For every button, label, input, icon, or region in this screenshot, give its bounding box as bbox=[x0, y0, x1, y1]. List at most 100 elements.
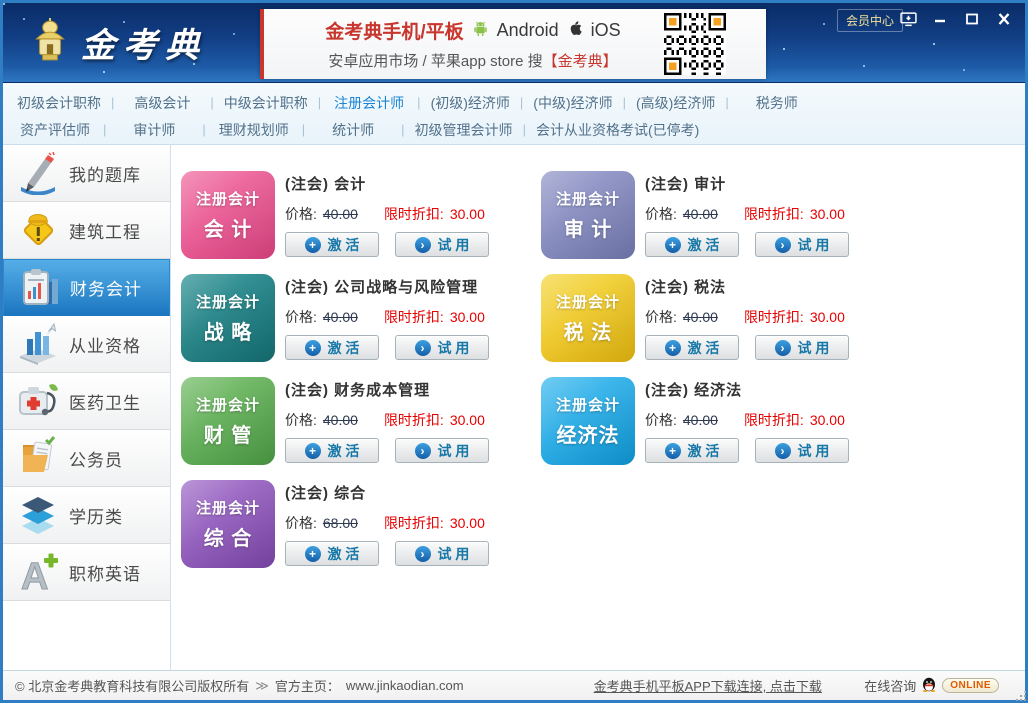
tab-separator: | bbox=[103, 122, 106, 137]
android-label: Android bbox=[497, 20, 559, 41]
trial-label: 试 用 bbox=[438, 338, 470, 358]
sidebar-item-label: 公务员 bbox=[69, 446, 123, 471]
product-info: (注会) 财务成本管理价格:40.00限时折扣:30.00+激 活›试 用 bbox=[285, 377, 489, 465]
trial-button[interactable]: ›试 用 bbox=[755, 232, 849, 257]
price-row: 价格:40.00限时折扣:30.00 bbox=[645, 307, 849, 327]
app-title: 金考典 bbox=[81, 18, 207, 67]
price-value: 40.00 bbox=[323, 309, 358, 325]
resize-grip[interactable] bbox=[1020, 695, 1022, 697]
sidebar-item-my-question-bank[interactable]: 我的题库 bbox=[3, 145, 170, 202]
sidebar-item-medical-health[interactable]: 医药卫生 bbox=[3, 373, 170, 430]
price-value: 40.00 bbox=[683, 309, 718, 325]
sidebar-item-civil-servant[interactable]: 公务员 bbox=[3, 430, 170, 487]
sidebar-item-degree-category[interactable]: 学历类 bbox=[3, 487, 170, 544]
tab-junior-economist[interactable]: (初级)经济师 bbox=[431, 91, 510, 115]
tab-financial-planner[interactable]: 理财规划师 bbox=[216, 118, 292, 142]
online-consult-label: 在线咨询 bbox=[864, 676, 916, 695]
badge-line1: 注册会计 bbox=[556, 394, 620, 415]
trial-button[interactable]: ›试 用 bbox=[755, 335, 849, 360]
activate-button[interactable]: +激 活 bbox=[645, 438, 739, 463]
badge-line1: 注册会计 bbox=[556, 188, 620, 209]
tab-cpa[interactable]: 注册会计师 bbox=[331, 91, 407, 115]
tab-junior-accounting-title[interactable]: 初级会计职称 bbox=[17, 91, 101, 115]
button-row: +激 活 ›试 用 bbox=[285, 232, 489, 257]
minimize-to-tray-icon[interactable] bbox=[895, 9, 921, 29]
sidebar-item-label: 建筑工程 bbox=[69, 218, 141, 243]
tab-senior-accounting[interactable]: 高级会计 bbox=[124, 91, 200, 115]
activate-label: 激 活 bbox=[688, 441, 720, 461]
activate-button[interactable]: +激 活 bbox=[285, 335, 379, 360]
button-row: +激 活 ›试 用 bbox=[285, 335, 489, 360]
promo-banner[interactable]: 金考典手机/平板 bbox=[260, 9, 766, 79]
button-row: +激 活 › 试 用 bbox=[285, 541, 489, 566]
activate-button[interactable]: +激 活 bbox=[645, 335, 739, 360]
tab-intermediate-economist[interactable]: (中级)经济师 bbox=[533, 91, 612, 115]
arrow-circle-icon: › bbox=[415, 443, 431, 459]
price-value: 40.00 bbox=[683, 206, 718, 222]
sidebar-item-title-english[interactable]: A职称英语 bbox=[3, 544, 170, 601]
trial-button[interactable]: ›试 用 bbox=[755, 438, 849, 463]
price-value: 40.00 bbox=[683, 412, 718, 428]
product-badge: 注册会计会 计 bbox=[181, 171, 275, 259]
plus-circle-icon: + bbox=[305, 443, 321, 459]
title-bar: 金考典 金考典手机/平板 bbox=[3, 3, 1025, 83]
activate-button[interactable]: +激 活 bbox=[285, 438, 379, 463]
tab-asset-appraiser[interactable]: 资产评估师 bbox=[17, 118, 93, 142]
arrow-circle-icon: › bbox=[415, 546, 431, 562]
sidebar-item-professional-qualification[interactable]: 从业资格 bbox=[3, 316, 170, 373]
online-consult-block[interactable]: 在线咨询 ONLINE bbox=[864, 676, 999, 695]
tab-intermediate-accounting-title[interactable]: 中级会计职称 bbox=[224, 91, 308, 115]
discount-value: 30.00 bbox=[810, 412, 845, 428]
product-info: (注会) 会计价格:40.00限时折扣:30.00+激 活›试 用 bbox=[285, 171, 489, 259]
trial-label: 试 用 bbox=[438, 544, 470, 564]
activate-label: 激 活 bbox=[328, 544, 360, 564]
trial-button[interactable]: ›试 用 bbox=[395, 438, 489, 463]
discount-label: 限时折扣: bbox=[384, 410, 444, 430]
discount-label: 限时折扣: bbox=[384, 204, 444, 224]
tab-row-1: 初级会计职称|高级会计|中级会计职称|注册会计师|(初级)经济师|(中级)经济师… bbox=[7, 89, 1021, 116]
tab-auditor[interactable]: 审计师 bbox=[116, 118, 192, 142]
sidebar-item-construction-engineering[interactable]: 建筑工程 bbox=[3, 202, 170, 259]
banner-subtitle: 安卓应用市场 / 苹果app store 搜【金考典】 bbox=[282, 50, 664, 71]
minimize-icon[interactable] bbox=[927, 9, 953, 29]
tab-row-2: 资产评估师|审计师|理财规划师|统计师|初级管理会计师|会计从业资格考试(已停考… bbox=[7, 116, 1021, 143]
discount-value: 30.00 bbox=[810, 206, 845, 222]
button-row: +激 活 ›试 用 bbox=[645, 335, 849, 360]
badge-line2: 战 略 bbox=[204, 316, 253, 345]
homepage-label: 官方主页： bbox=[275, 676, 340, 695]
activate-button[interactable]: +激 活 bbox=[285, 541, 379, 566]
member-center-button[interactable]: 会员中心 bbox=[837, 9, 903, 32]
tab-statistician[interactable]: 统计师 bbox=[315, 118, 391, 142]
clipboard-chart-icon bbox=[16, 265, 62, 311]
sidebar-item-label: 我的题库 bbox=[69, 161, 141, 186]
layers-icon bbox=[15, 492, 61, 538]
sidebar-item-label: 从业资格 bbox=[69, 332, 141, 357]
tab-junior-management-accountant[interactable]: 初级管理会计师 bbox=[415, 118, 513, 142]
badge-line1: 注册会计 bbox=[556, 291, 620, 312]
trial-button[interactable]: › 试 用 bbox=[395, 541, 489, 566]
trial-button[interactable]: ›试 用 bbox=[395, 232, 489, 257]
folder-docs-icon bbox=[15, 435, 61, 481]
homepage-link[interactable]: www.jinkaodian.com bbox=[346, 678, 464, 693]
close-icon[interactable] bbox=[991, 9, 1017, 29]
maximize-icon[interactable] bbox=[959, 9, 985, 29]
tab-separator: | bbox=[210, 95, 213, 110]
tab-accounting-qualification[interactable]: 会计从业资格考试(已停考) bbox=[536, 118, 699, 142]
product-title: (注会) 综合 bbox=[285, 482, 489, 503]
pagoda-logo-icon bbox=[29, 17, 71, 68]
badge-line2: 税 法 bbox=[564, 316, 613, 345]
product-title: (注会) 审计 bbox=[645, 173, 849, 194]
activate-button[interactable]: +激 活 bbox=[285, 232, 379, 257]
badge-line1: 注册会计 bbox=[196, 188, 260, 209]
tab-separator: | bbox=[623, 95, 626, 110]
trial-button[interactable]: ›试 用 bbox=[395, 335, 489, 360]
tab-tax-agent[interactable]: 税务师 bbox=[739, 91, 815, 115]
sidebar-item-finance-accounting[interactable]: 财务会计 bbox=[3, 259, 170, 316]
tab-senior-economist[interactable]: (高级)经济师 bbox=[636, 91, 715, 115]
badge-line2: 审 计 bbox=[564, 213, 613, 242]
activate-button[interactable]: +激 活 bbox=[645, 232, 739, 257]
product-title: (注会) 公司战略与风险管理 bbox=[285, 276, 489, 297]
product-badge: 注册会计战 略 bbox=[181, 274, 275, 362]
online-status-badge: ONLINE bbox=[942, 678, 999, 693]
app-download-link[interactable]: 金考典手机平板APP下载连接, 点击下载 bbox=[594, 676, 822, 695]
